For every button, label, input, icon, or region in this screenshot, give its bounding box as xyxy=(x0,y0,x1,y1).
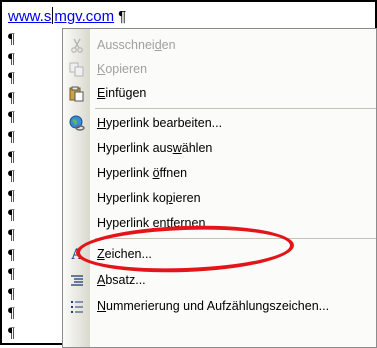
paragraph-icon xyxy=(68,272,86,289)
menu-item-copy[interactable]: Kopieren xyxy=(63,58,376,81)
menu-item-label: Kopieren xyxy=(97,62,148,76)
menu-item-edit-hyperlink[interactable]: Hyperlink bearbeiten... xyxy=(63,112,376,135)
menu-item-paragraph[interactable]: Absatz... xyxy=(63,269,376,292)
menu-item-label: Ausschneiden xyxy=(97,38,176,52)
menu-item-label: Hyperlink entfernen xyxy=(97,216,206,230)
menu-item-label: Nummerierung und Aufzählungszeichen... xyxy=(97,299,330,313)
document-first-line: www.s mgv.com ¶ xyxy=(8,7,126,25)
menu-separator xyxy=(95,108,376,109)
copy-icon xyxy=(68,61,86,78)
hyperlink-text[interactable]: www.s mgv.com xyxy=(8,7,114,25)
menu-item-open-hyperlink[interactable]: Hyperlink öffnen xyxy=(63,162,376,185)
menu-separator xyxy=(95,238,376,239)
menu-item-label: Einfügen xyxy=(97,86,147,100)
context-menu: Ausschneiden Kopieren Einfügen Hyperlink… xyxy=(62,28,377,348)
menu-item-label: Hyperlink öffnen xyxy=(97,166,188,180)
paragraph-mark: ¶ xyxy=(8,187,15,204)
paragraph-mark: ¶ xyxy=(8,266,15,283)
menu-item-label: Absatz... xyxy=(97,273,146,287)
paragraph-marks-column: ¶ ¶ ¶ ¶ ¶ ¶ ¶ ¶ ¶ ¶ ¶ ¶ ¶ ¶ ¶ ¶ xyxy=(8,30,22,343)
menu-item-label: Zeichen... xyxy=(97,247,152,261)
menu-item-remove-hyperlink[interactable]: Hyperlink entfernen xyxy=(63,212,376,235)
paragraph-mark: ¶ xyxy=(8,305,15,322)
hyperlink-globe-icon xyxy=(68,115,86,132)
menu-item-select-hyperlink[interactable]: Hyperlink auswählen xyxy=(63,137,376,160)
paragraph-mark: ¶ xyxy=(8,168,15,185)
paragraph-mark: ¶ xyxy=(8,31,15,47)
menu-item-cut[interactable]: Ausschneiden xyxy=(63,34,376,57)
paragraph-mark: ¶ xyxy=(8,50,15,67)
bullets-icon xyxy=(68,298,86,315)
paste-icon xyxy=(68,85,86,102)
paragraph-mark: ¶ xyxy=(8,285,15,302)
menu-item-label: Hyperlink bearbeiten... xyxy=(97,116,223,130)
menu-item-copy-hyperlink[interactable]: Hyperlink kopieren xyxy=(63,187,376,210)
menu-item-font[interactable]: A Zeichen... xyxy=(63,243,376,266)
paragraph-mark: ¶ xyxy=(8,246,15,263)
paragraph-mark: ¶ xyxy=(118,8,127,25)
font-a-icon: A xyxy=(71,245,83,263)
menu-item-label: Hyperlink kopieren xyxy=(97,191,201,205)
scissors-icon xyxy=(68,37,86,54)
paragraph-mark: ¶ xyxy=(8,324,15,341)
menu-item-paste[interactable]: Einfügen xyxy=(63,82,376,105)
paragraph-mark: ¶ xyxy=(8,70,15,87)
paragraph-mark: ¶ xyxy=(8,109,15,126)
paragraph-mark: ¶ xyxy=(8,128,15,145)
paragraph-mark: ¶ xyxy=(8,89,15,106)
paragraph-mark: ¶ xyxy=(8,226,15,243)
menu-item-label: Hyperlink auswählen xyxy=(97,141,213,155)
paragraph-mark: ¶ xyxy=(8,148,15,165)
paragraph-mark: ¶ xyxy=(8,207,15,224)
menu-item-bullets-numbering[interactable]: Nummerierung und Aufzählungszeichen... xyxy=(63,295,376,318)
